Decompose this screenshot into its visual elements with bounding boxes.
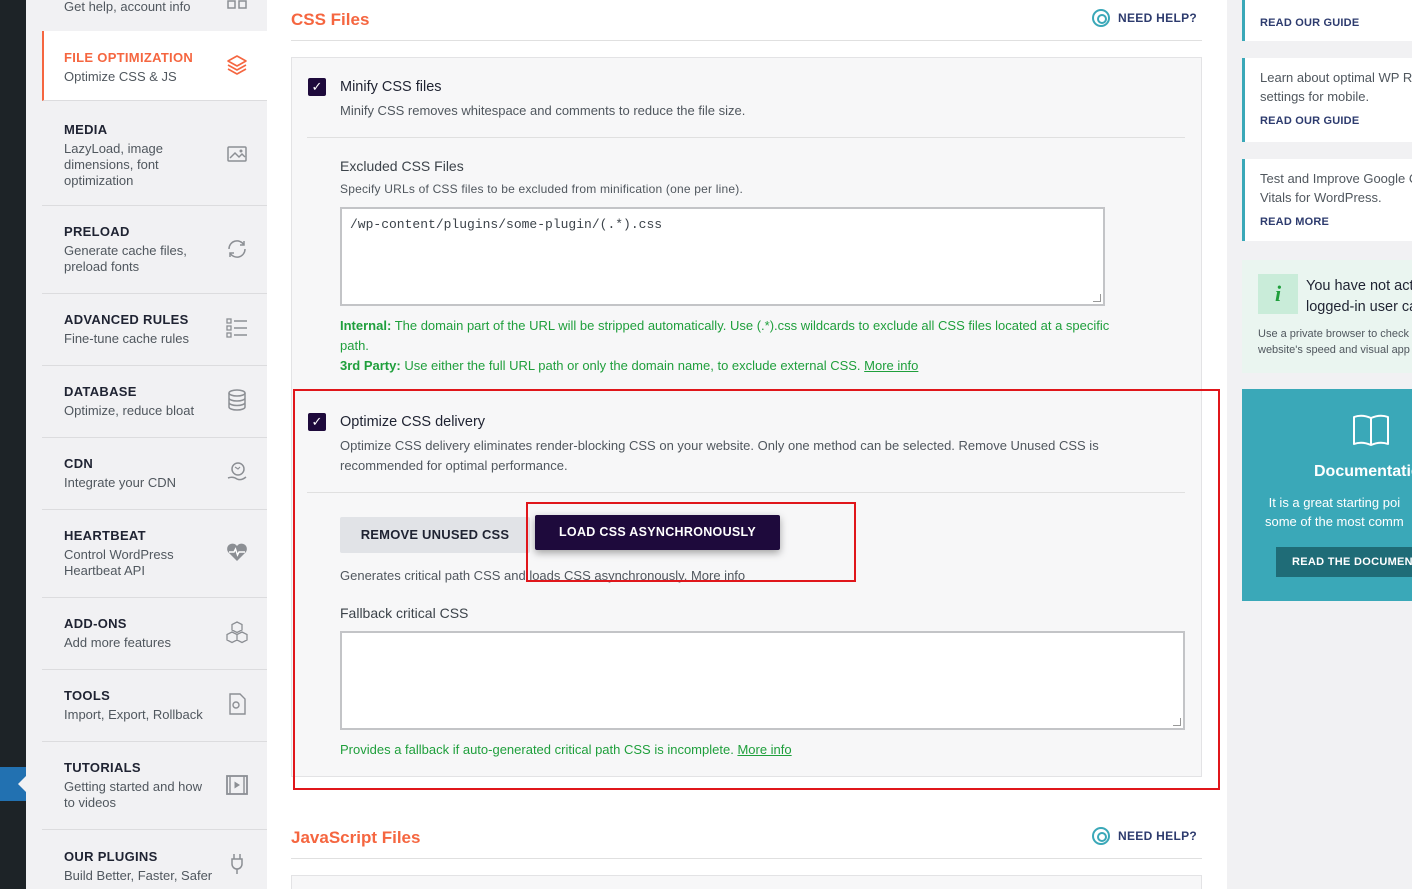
excluded-css-label: Excluded CSS Files [340,158,464,174]
nav-item-desc: Build Better, Faster, Safer [64,868,213,883]
nav-item-desc: Optimize, reduce bloat [64,403,195,418]
documentation-desc-line-1: It is a great starting poi [1268,495,1401,510]
read-documentation-button[interactable]: READ THE DOCUMENTATI [1276,547,1412,577]
need-help-link-css[interactable]: NEED HELP? [1092,9,1197,27]
need-help-label: NEED HELP? [1118,11,1198,25]
nav-item-dashboard[interactable]: Get help, account info [42,0,267,20]
layers-icon [227,55,247,75]
nav-item-heartbeat[interactable]: HEARTBEAT Control WordPress Heartbeat AP… [42,510,267,598]
highlight-box-load-async [526,502,856,582]
internal-text: The domain part of the URL will be strip… [340,318,1110,353]
guide-card-1: READ OUR GUIDE [1242,0,1412,41]
cubes-icon [226,621,248,644]
notice-title-line-2: logged-in user ca [1306,299,1412,315]
excluded-css-help-third-party: 3rd Party: Use either the full URL path … [340,356,1130,376]
video-icon [226,775,248,795]
excluded-css-desc: Specify URLs of CSS files to be excluded… [340,182,743,196]
excluded-css-help-internal: Internal: The domain part of the URL wil… [340,316,1130,356]
plug-icon [231,854,243,874]
info-icon: i [1258,274,1298,314]
image-icon [227,146,247,162]
excluded-css-value: /wp-content/plugins/some-plugin/(.*).css [350,217,663,232]
database-icon [228,389,246,411]
nav-item-database[interactable]: DATABASE Optimize, reduce bloat [42,366,267,438]
refresh-icon [228,240,246,258]
nav-item-desc: Add more features [64,635,171,650]
nav-item-cdn[interactable]: CDN Integrate your CDN [42,438,267,510]
nav-item-title: MEDIA [64,122,108,137]
nav-item-tools[interactable]: TOOLS Import, Export, Rollback [42,670,267,742]
more-info-link[interactable]: More info [864,358,918,373]
third-party-text: Use either the full URL path or only the… [404,358,861,373]
nav-item-media[interactable]: MEDIA LazyLoad, image dimensions, font o… [42,102,267,206]
nav-item-desc: Control WordPress Heartbeat API [64,547,174,578]
nav-item-tutorials[interactable]: TUTORIALS Getting started and how to vid… [42,742,267,830]
nav-item-desc: Integrate your CDN [64,475,176,490]
nav-item-file-optimization[interactable]: FILE OPTIMIZATION Optimize CSS & JS [42,31,267,101]
book-icon [1353,414,1389,446]
notice-desc: Use a private browser to check website's… [1258,326,1410,358]
nav-item-desc: LazyLoad, image dimensions, font optimiz… [64,141,164,188]
settings-nav: Get help, account info FILE OPTIMIZATION… [42,0,267,889]
logged-in-notice: i You have not acti logged-in user ca Us… [1242,260,1412,373]
resize-grip-icon[interactable] [1093,294,1101,302]
notice-desc-line-1: Use a private browser to check [1258,328,1410,340]
guide-card-2: Learn about optimal WP R settings for mo… [1242,58,1412,142]
js-section-title: JavaScript Files [291,828,421,847]
need-help-link-js[interactable]: NEED HELP? [1092,827,1197,845]
nav-item-desc: Generate cache files, preload fonts [64,243,187,274]
excluded-css-textarea[interactable]: /wp-content/plugins/some-plugin/(.*).css [340,207,1105,306]
notice-title-line-1: You have not acti [1306,278,1412,294]
globe-hand-icon [227,462,247,481]
dashboard-icon [227,0,247,9]
main-content: CSS Files NEED HELP? ✓ Minify CSS files … [267,0,1227,889]
nav-item-desc: Fine-tune cache rules [64,331,190,346]
divider [291,40,1202,41]
nav-item-preload[interactable]: PRELOAD Generate cache files, preload fo… [42,206,267,294]
documentation-desc: It is a great starting poi some of the m… [1265,493,1404,531]
nav-item-our-plugins[interactable]: OUR PLUGINS Build Better, Faster, Safer [42,830,267,889]
documentation-card: Documentation It is a great starting poi… [1242,389,1412,601]
nav-item-desc: Import, Export, Rollback [64,707,203,722]
documentation-desc-line-2: some of the most comm [1265,514,1404,529]
wp-admin-menu [0,0,26,889]
lifebuoy-icon [1092,827,1110,845]
nav-item-add-ons[interactable]: ADD-ONS Add more features [42,598,267,670]
admin-menu-active-indicator [0,767,26,801]
read-guide-link[interactable]: READ OUR GUIDE [1260,115,1412,127]
nav-item-desc: Getting started and how to videos [64,779,203,810]
lifebuoy-icon [1092,9,1110,27]
minify-css-checkbox[interactable]: ✓ [308,78,326,96]
heartbeat-icon [227,543,247,561]
notice-title: You have not acti logged-in user ca [1306,276,1412,318]
right-sidebar: READ OUR GUIDE Learn about optimal WP R … [1227,0,1412,889]
guide-card-text: Learn about optimal WP R settings for mo… [1260,70,1412,104]
list-icon [226,318,247,338]
nav-item-desc: Get help, account info [64,0,191,14]
guide-card-3: Test and Improve Google C Vitals for Wor… [1242,159,1412,241]
read-guide-link[interactable]: READ OUR GUIDE [1260,17,1412,29]
guide-card-text: Test and Improve Google C Vitals for Wor… [1260,171,1412,205]
css-section-title: CSS Files [291,10,370,29]
divider [307,137,1185,138]
notice-desc-line-2: website's speed and visual app [1258,344,1410,356]
internal-label: Internal: [340,318,392,333]
gear-file-icon [229,693,246,715]
minify-css-desc: Minify CSS removes whitespace and commen… [340,103,746,118]
nav-item-desc: Optimize CSS & JS [64,69,177,84]
js-options-panel [291,875,1202,889]
read-more-link[interactable]: READ MORE [1260,216,1412,228]
documentation-title: Documentation [1314,463,1412,480]
highlight-box-optimize-css [293,389,1220,790]
third-party-label: 3rd Party: [340,358,401,373]
minify-css-label: Minify CSS files [340,79,442,95]
need-help-label: NEED HELP? [1118,829,1198,843]
nav-item-advanced-rules[interactable]: ADVANCED RULES Fine-tune cache rules [42,294,267,366]
divider [291,858,1202,859]
